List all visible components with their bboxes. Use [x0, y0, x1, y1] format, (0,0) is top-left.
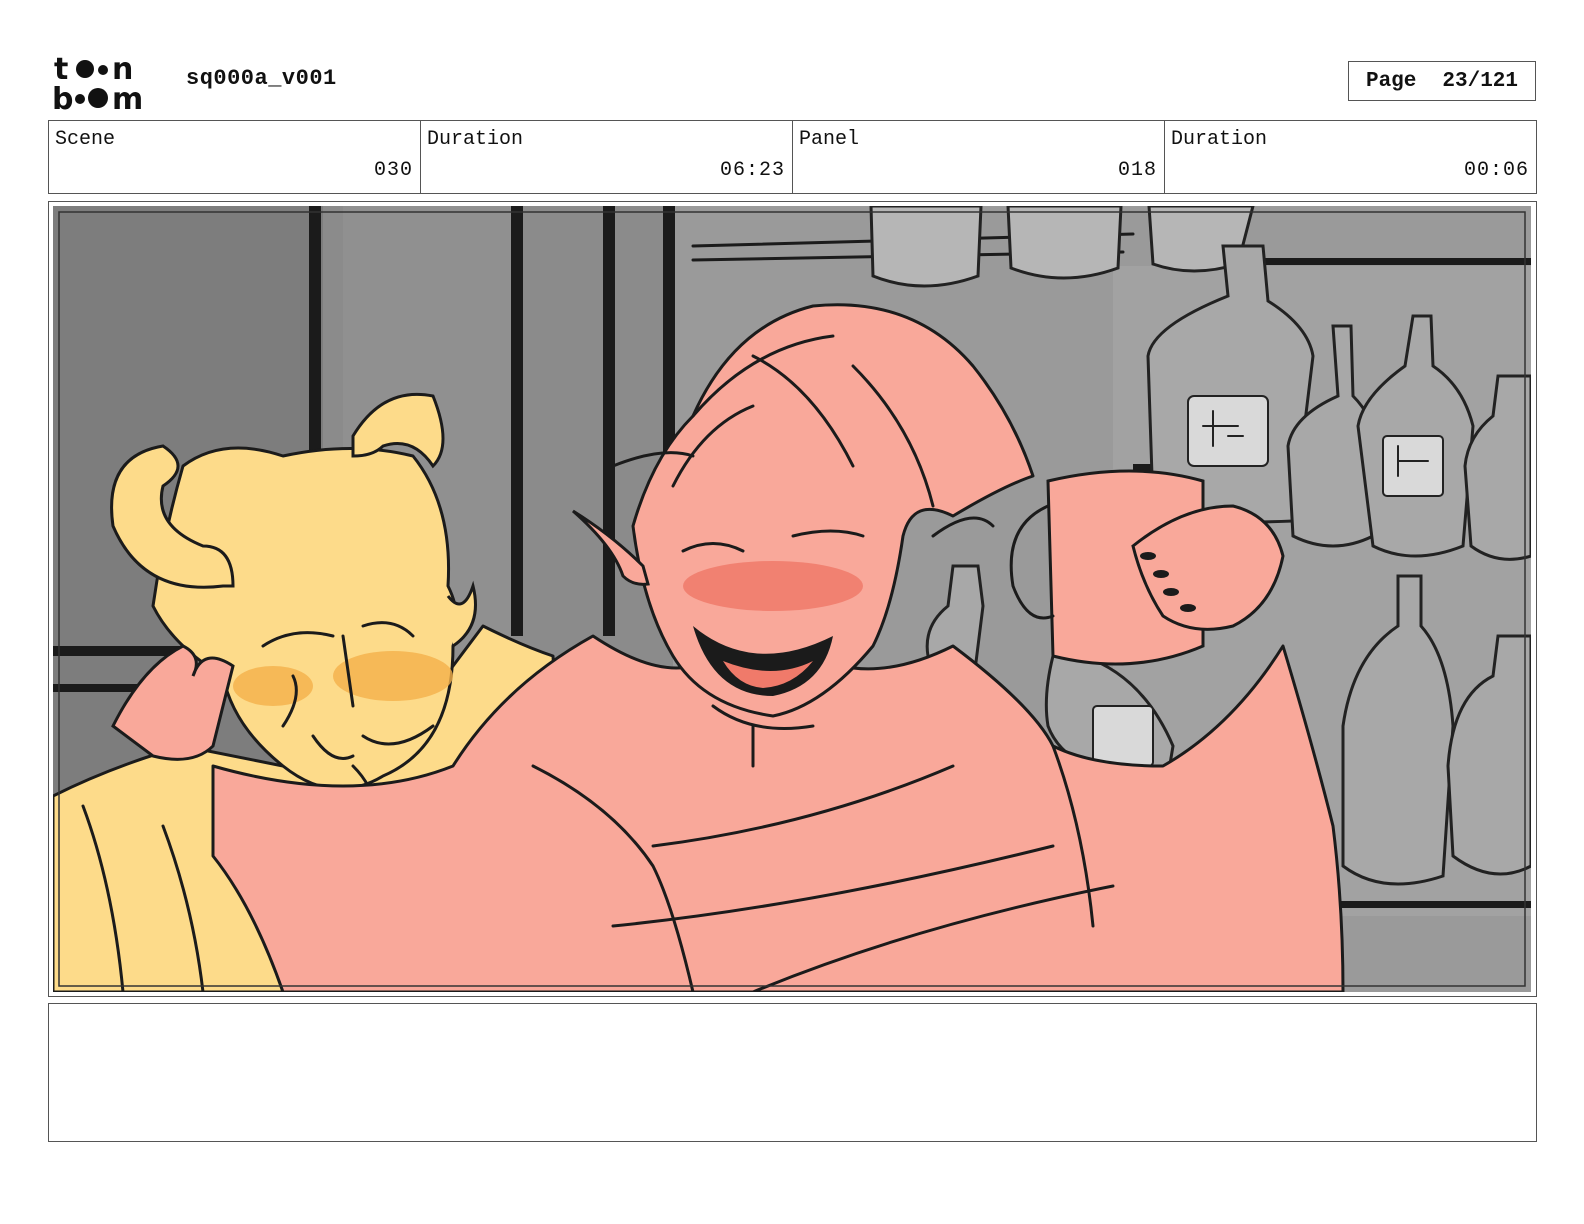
scene-duration-field: Duration 06:23 — [421, 121, 793, 193]
scene-field: Scene 030 — [49, 121, 421, 193]
panel-field: Panel 018 — [793, 121, 1165, 193]
project-name: sq000a_v001 — [186, 66, 337, 91]
scene-label: Scene — [55, 128, 116, 151]
panel-duration-value: 00:06 — [1463, 159, 1529, 182]
page-indicator: Page 23/121 — [1348, 61, 1536, 101]
panel-info-bar: Scene 030 Duration 06:23 Panel 018 Durat… — [48, 120, 1537, 194]
panel-value: 018 — [1117, 159, 1157, 182]
page-number: 23/121 — [1442, 69, 1519, 93]
svg-text:m: m — [112, 82, 143, 112]
panel-duration-label: Duration — [1171, 128, 1268, 151]
svg-text:b: b — [52, 82, 73, 112]
toon-boom-logo: t n b m — [52, 52, 143, 112]
page-label: Page — [1365, 69, 1417, 93]
storyboard-drawing — [53, 206, 1531, 992]
panel-duration-field: Duration 00:06 — [1165, 121, 1536, 193]
scene-duration-value: 06:23 — [719, 159, 785, 182]
scene-value: 030 — [373, 159, 413, 182]
storyboard-panel-frame — [48, 201, 1537, 997]
scene-duration-label: Duration — [427, 128, 524, 151]
panel-label: Panel — [799, 128, 860, 151]
panel-notes-box — [48, 1003, 1537, 1142]
